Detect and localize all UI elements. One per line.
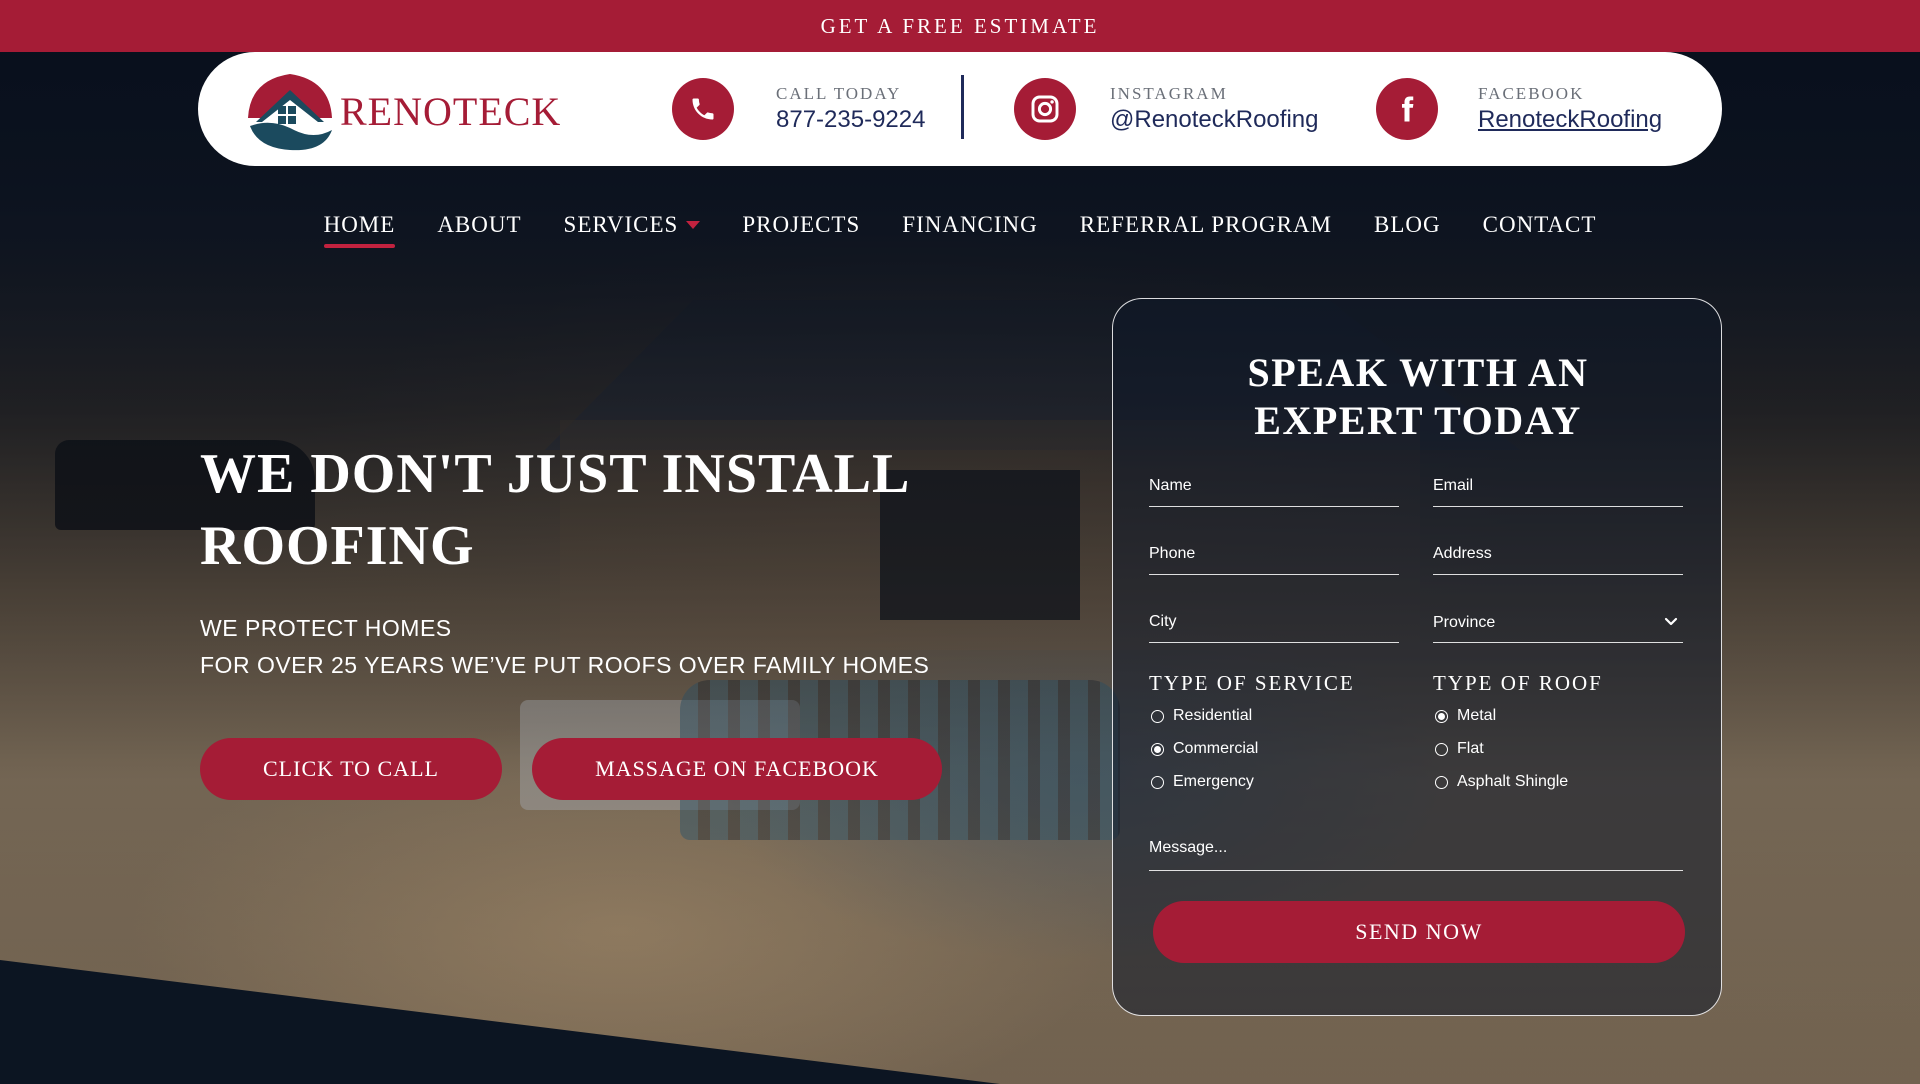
instagram-text: INSTAGRAM @RenoteckRoofing: [1110, 84, 1318, 134]
name-field[interactable]: [1149, 467, 1399, 505]
logo[interactable]: RENOTECK: [242, 66, 572, 152]
hero-title-line2: ROOFING: [200, 515, 475, 577]
roof-type-title: TYPE OF ROOF: [1433, 671, 1603, 695]
instagram-block[interactable]: INSTAGRAM @RenoteckRoofing: [1014, 74, 1318, 144]
brand-name: RENOTECK: [340, 89, 562, 134]
instagram-handle-link[interactable]: @RenoteckRoofing: [1110, 106, 1318, 134]
radio-button-checked[interactable]: [1151, 742, 1164, 756]
facebook-page-link[interactable]: RenoteckRoofing: [1478, 106, 1662, 134]
province-select[interactable]: Province: [1433, 603, 1683, 641]
radio-label: Commercial: [1173, 740, 1259, 757]
service-option-residential[interactable]: Residential: [1151, 705, 1252, 727]
click-to-call-button[interactable]: CLICK TO CALL: [200, 738, 502, 800]
province-field-wrapper: Province: [1433, 603, 1683, 643]
instagram-icon[interactable]: [1014, 78, 1076, 140]
nav-item-referral-program[interactable]: REFERRAL PROGRAM: [1080, 212, 1332, 238]
call-today-caption: CALL TODAY: [776, 84, 902, 103]
radio-button[interactable]: [1151, 775, 1164, 789]
phone-field[interactable]: [1149, 535, 1399, 573]
caret-down-icon: [686, 221, 701, 229]
radio-button-checked[interactable]: [1435, 709, 1448, 723]
address-field[interactable]: [1433, 535, 1683, 573]
name-field-wrapper: [1149, 467, 1399, 507]
nav-item-contact[interactable]: CONTACT: [1483, 212, 1597, 238]
free-estimate-link[interactable]: GET A FREE ESTIMATE: [821, 14, 1100, 39]
message-field[interactable]: [1149, 829, 1683, 869]
form-title-line2: EXPERT TODAY: [1254, 398, 1582, 443]
hero-title: WE DON'T JUST INSTALL ROOFING: [200, 438, 920, 582]
header-divider: [961, 75, 964, 139]
radio-label: Emergency: [1173, 773, 1254, 790]
header-bar: RENOTECK CALL TODAY 877-235-9224 INSTAGR…: [198, 52, 1722, 166]
nav-item-projects[interactable]: PROJECTS: [742, 212, 860, 238]
roof-option-flat[interactable]: Flat: [1435, 738, 1484, 760]
city-field-wrapper: [1149, 603, 1399, 643]
nav-item-services[interactable]: SERVICES: [564, 212, 701, 238]
facebook-text: FACEBOOK RenoteckRoofing: [1478, 84, 1662, 134]
city-field[interactable]: [1149, 603, 1399, 641]
phone-field-wrapper: [1149, 535, 1399, 575]
radio-label: Flat: [1457, 740, 1484, 757]
call-today-block[interactable]: CALL TODAY 877-235-9224: [672, 74, 925, 144]
email-field[interactable]: [1433, 467, 1683, 505]
instagram-caption: INSTAGRAM: [1110, 84, 1228, 103]
radio-label: Metal: [1457, 707, 1497, 724]
hero-title-line1: WE DON'T JUST INSTALL: [200, 443, 911, 505]
phone-number-link[interactable]: 877-235-9224: [776, 106, 925, 134]
facebook-block[interactable]: FACEBOOK RenoteckRoofing: [1376, 74, 1662, 144]
form-title-line1: SPEAK WITH AN: [1247, 350, 1589, 395]
radio-label: Asphalt Shingle: [1457, 773, 1569, 790]
call-today-text: CALL TODAY 877-235-9224: [776, 84, 925, 134]
roof-option-asphalt-shingle[interactable]: Asphalt Shingle: [1435, 771, 1568, 793]
nav-item-financing[interactable]: FINANCING: [902, 212, 1038, 238]
hero-subtitle-line1: WE PROTECT HOMES: [200, 615, 452, 641]
service-type-title: TYPE OF SERVICE: [1149, 671, 1355, 695]
top-banner: GET A FREE ESTIMATE: [0, 0, 1920, 52]
chevron-down-icon: [1664, 617, 1678, 626]
message-on-facebook-button[interactable]: MASSAGE ON FACEBOOK: [532, 738, 942, 800]
service-option-emergency[interactable]: Emergency: [1151, 771, 1254, 793]
hero-subtitle-line2: FOR OVER 25 YEARS WE’VE PUT ROOFS OVER F…: [200, 652, 930, 678]
nav-item-services-label: SERVICES: [563, 212, 679, 237]
nav-item-home[interactable]: HOME: [323, 212, 396, 248]
radio-label: Residential: [1173, 707, 1253, 724]
message-field-wrapper: [1149, 829, 1683, 871]
roof-option-metal[interactable]: Metal: [1435, 705, 1496, 727]
radio-button[interactable]: [1435, 775, 1448, 789]
email-field-wrapper: [1433, 467, 1683, 507]
send-now-button[interactable]: SEND NOW: [1153, 901, 1685, 963]
nav-item-about[interactable]: ABOUT: [437, 212, 521, 238]
service-option-commercial[interactable]: Commercial: [1151, 738, 1258, 760]
logo-house-icon: [248, 74, 332, 151]
main-nav: HOME ABOUT SERVICES PROJECTS FINANCING R…: [0, 202, 1920, 248]
radio-button[interactable]: [1435, 742, 1448, 756]
facebook-caption: FACEBOOK: [1478, 84, 1585, 103]
nav-item-blog[interactable]: BLOG: [1374, 212, 1441, 238]
radio-button[interactable]: [1151, 709, 1164, 723]
contact-form-card: SPEAK WITH AN EXPERT TODAY Province TYPE…: [1112, 298, 1722, 1016]
form-title: SPEAK WITH AN EXPERT TODAY: [1113, 349, 1723, 445]
hero-subtitle: WE PROTECT HOMES FOR OVER 25 YEARS WE’VE…: [200, 610, 1020, 684]
address-field-wrapper: [1433, 535, 1683, 575]
phone-icon[interactable]: [672, 78, 734, 140]
facebook-icon[interactable]: [1376, 78, 1438, 140]
